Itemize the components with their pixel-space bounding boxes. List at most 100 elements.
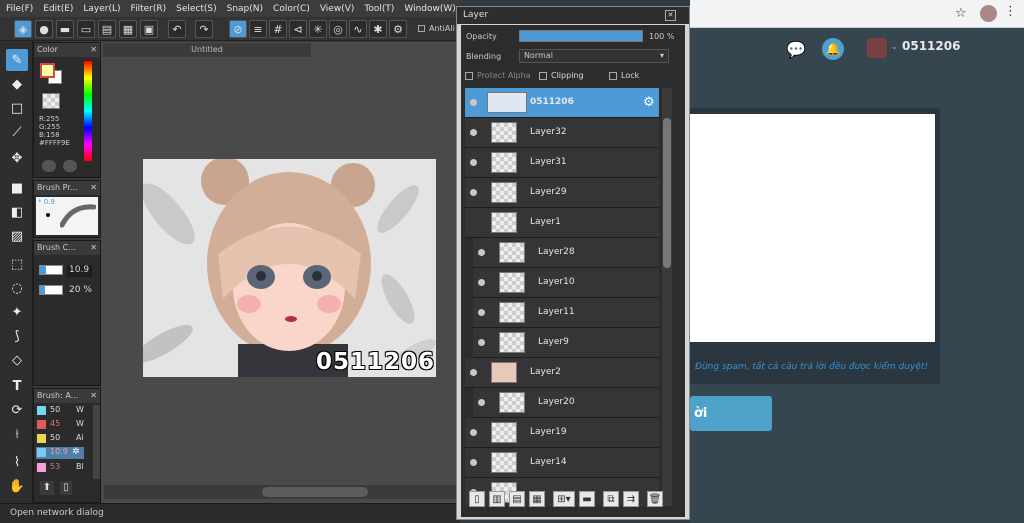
canvas-tool-icon[interactable]: ◈ xyxy=(14,20,32,38)
layer-row[interactable]: Layer11 xyxy=(473,298,659,328)
blending-select[interactable]: Normal ▾ xyxy=(519,49,669,63)
layer-row[interactable]: Layer19 xyxy=(465,418,659,448)
canvas-horizontal-scrollbar[interactable] xyxy=(104,485,456,499)
eye-icon[interactable] xyxy=(470,99,477,106)
scrollbar-thumb[interactable] xyxy=(262,487,368,497)
delete-layer-icon[interactable]: 🗑 xyxy=(647,491,663,507)
brush-tool-icon[interactable]: ✎ xyxy=(6,49,28,71)
foreground-color-swatch[interactable] xyxy=(40,63,55,78)
snap-curve-icon[interactable]: ∿ xyxy=(349,20,367,38)
layer-folder-row[interactable]: Layer1 xyxy=(465,208,659,238)
panel-close-icon[interactable]: ✕ xyxy=(90,389,97,403)
protect-alpha-checkbox[interactable] xyxy=(465,71,473,80)
hue-slider[interactable] xyxy=(84,61,92,161)
menu-snap[interactable]: Snap(N) xyxy=(227,4,263,14)
hand-tool-icon[interactable]: ✋ xyxy=(6,475,28,497)
layer-window-titlebar[interactable]: Layer ✕ xyxy=(457,7,689,24)
new-folder-icon[interactable]: ▬ xyxy=(579,491,595,507)
clipping-checkbox[interactable] xyxy=(539,71,547,80)
brush-list-item[interactable]: 53 Bl xyxy=(36,462,92,473)
snap-settings-icon[interactable]: ⚙ xyxy=(389,20,407,38)
rectangle-select-tool-icon[interactable]: □ xyxy=(6,97,28,119)
snap-off-icon[interactable]: ⊘ xyxy=(229,20,247,38)
snap-parallel-icon[interactable]: ≡ xyxy=(249,20,267,38)
layer-row[interactable]: Layer20 xyxy=(473,388,659,418)
text-panel-icon[interactable]: ▭ xyxy=(77,20,95,38)
eyedropper-tool-icon[interactable]: ⌇ xyxy=(6,451,28,473)
eye-icon[interactable] xyxy=(478,399,485,406)
menu-color[interactable]: Color(C) xyxy=(273,4,310,14)
new-brush-icon[interactable]: ▯ xyxy=(60,481,72,495)
snap-perspective-icon[interactable]: ⊲ xyxy=(289,20,307,38)
lasso-tool-icon[interactable]: ◌ xyxy=(6,277,28,299)
chevron-down-icon[interactable]: ⌄ xyxy=(891,42,898,51)
eye-icon[interactable] xyxy=(470,369,477,376)
document-icon[interactable]: ▤ xyxy=(98,20,116,38)
brush-list-item-selected[interactable]: 10.9 ✲ xyxy=(36,447,84,459)
eye-icon[interactable] xyxy=(478,339,485,346)
duplicate-layer-icon[interactable]: ▦ xyxy=(529,491,545,507)
layer-row[interactable]: Layer14 xyxy=(465,448,659,478)
antialias-toggle[interactable]: AntiAli xyxy=(418,24,455,33)
add-layer-dropdown-icon[interactable]: ⊞▾ xyxy=(553,491,575,507)
brush-list-item[interactable]: 45 W xyxy=(36,419,92,430)
user-avatar[interactable] xyxy=(867,38,887,58)
scrollbar-thumb[interactable] xyxy=(663,118,671,268)
select-pen-tool-icon[interactable]: ⟆ xyxy=(6,325,28,347)
select-eraser-tool-icon[interactable]: ◇ xyxy=(6,349,28,371)
eye-icon[interactable] xyxy=(470,189,477,196)
snap-grid-icon[interactable]: # xyxy=(269,20,287,38)
lock-checkbox[interactable] xyxy=(609,71,617,80)
brush-size-slider[interactable] xyxy=(39,265,63,275)
lock-toggle[interactable]: Lock xyxy=(609,69,669,83)
menu-select[interactable]: Select(S) xyxy=(176,4,217,14)
undo-icon[interactable]: ↶ xyxy=(168,20,186,38)
chat-icon[interactable]: 💬 xyxy=(786,40,806,59)
submit-answer-button[interactable]: ời xyxy=(690,396,772,431)
layer-row[interactable]: Layer32 xyxy=(465,118,659,148)
grid-icon[interactable]: ▣ xyxy=(140,20,158,38)
brush-opacity-slider[interactable] xyxy=(39,285,63,295)
browser-avatar[interactable] xyxy=(980,5,997,22)
menu-filter[interactable]: Filter(R) xyxy=(131,4,167,14)
move-tool-icon[interactable]: ✥ xyxy=(6,147,28,169)
comment-icon[interactable]: ▬ xyxy=(56,20,74,38)
layer-row[interactable]: Layer31 xyxy=(465,148,659,178)
layer-row[interactable]: Layer29 xyxy=(465,178,659,208)
layer-row[interactable]: Layer9 xyxy=(473,328,659,358)
layer-list-scrollbar[interactable] xyxy=(662,88,672,506)
document-tab[interactable]: Untitled xyxy=(103,43,311,57)
menu-layer[interactable]: Layer(L) xyxy=(83,4,120,14)
panel-close-icon[interactable]: ✕ xyxy=(90,181,97,195)
brush-list-item[interactable]: 50 Ai xyxy=(36,433,92,444)
magic-wand-tool-icon[interactable]: ✦ xyxy=(6,301,28,323)
eye-icon[interactable] xyxy=(478,279,485,286)
brush-opacity-value[interactable]: 20 % xyxy=(69,285,92,295)
clipping-toggle[interactable]: Clipping xyxy=(539,69,605,83)
menu-edit[interactable]: Edit(E) xyxy=(43,4,73,14)
protect-alpha-toggle[interactable]: Protect Alpha xyxy=(465,69,535,83)
text-tool-icon[interactable]: T xyxy=(6,375,28,397)
layer-row[interactable]: Layer10 xyxy=(473,268,659,298)
antialias-checkbox[interactable] xyxy=(418,25,425,32)
color-settings-icon[interactable] xyxy=(63,160,77,172)
marquee-tool-icon[interactable]: ⬚ xyxy=(6,253,28,275)
username-label[interactable]: 0511206 xyxy=(902,39,960,53)
layer-opacity-slider[interactable] xyxy=(519,30,643,42)
eraser-tool-icon[interactable]: ◆ xyxy=(6,73,28,95)
redo-icon[interactable]: ↷ xyxy=(195,20,213,38)
eye-icon[interactable] xyxy=(470,459,477,466)
snap-polygon-icon[interactable]: ✱ xyxy=(369,20,387,38)
transparent-color-swatch[interactable] xyxy=(42,93,60,109)
new-layer-icon[interactable]: ▯ xyxy=(469,491,485,507)
artwork-image[interactable]: 0511206 xyxy=(143,159,436,377)
layer-row-selected[interactable]: 0511206 ⚙ xyxy=(465,88,659,118)
new-1bit-layer-icon[interactable]: ▤ xyxy=(509,491,525,507)
brush-list-scrollbar[interactable] xyxy=(93,405,100,479)
panel-close-icon[interactable]: ✕ xyxy=(90,43,97,57)
snap-circle-icon[interactable]: ◎ xyxy=(329,20,347,38)
new-8bit-layer-icon[interactable]: ▥ xyxy=(489,491,505,507)
eye-icon[interactable] xyxy=(478,249,485,256)
browser-menu-icon[interactable]: ⋮ xyxy=(1004,4,1017,19)
merge-layer-icon[interactable]: ⧉ xyxy=(603,491,619,507)
